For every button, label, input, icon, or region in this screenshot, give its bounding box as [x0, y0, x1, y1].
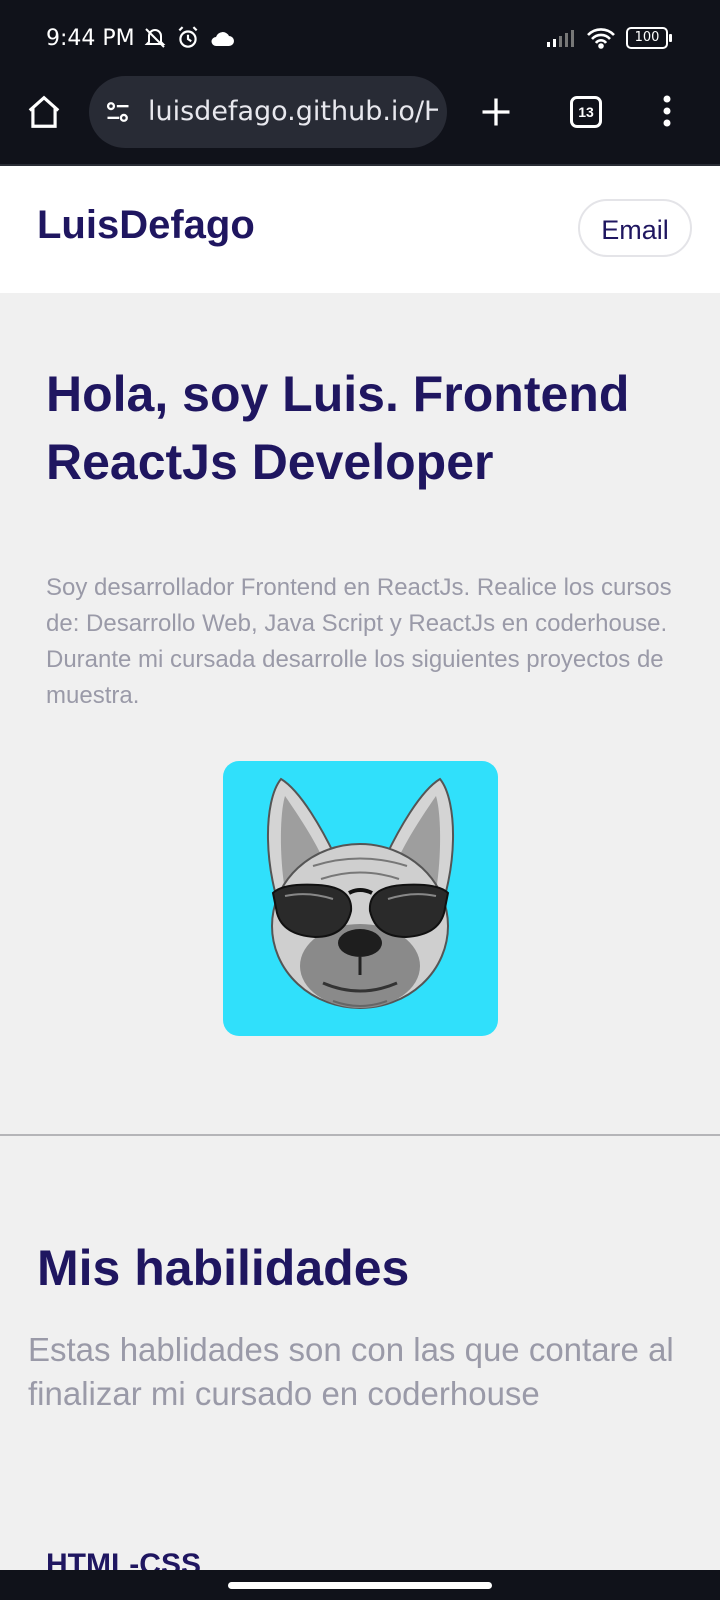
status-icons-left [143, 24, 235, 52]
url-text[interactable]: luisdefago.github.io/H [148, 96, 438, 130]
hero-description: Soy desarrollador Frontend en ReactJs. R… [46, 574, 672, 709]
mute-bell-icon [144, 28, 166, 48]
skills-description: Estas hablidades son con las que contare… [28, 1331, 674, 1412]
skills-title: Mis habilidades [37, 1240, 410, 1296]
new-tab-icon[interactable] [478, 94, 514, 130]
email-button[interactable]: Email [578, 199, 692, 257]
home-indicator[interactable] [228, 1582, 492, 1589]
bulldog-avatar-illustration [266, 777, 455, 1009]
alarm-icon [178, 26, 198, 48]
battery-icon: 100 [626, 27, 672, 49]
site-logo[interactable]: LuisDefago [37, 203, 255, 248]
section-divider [0, 1134, 720, 1136]
site-settings-icon[interactable] [104, 98, 132, 126]
wifi-icon [587, 28, 615, 49]
menu-icon[interactable] [661, 94, 673, 128]
home-icon[interactable] [25, 93, 63, 131]
status-time: 9:44 PM [46, 26, 135, 51]
avatar [223, 761, 498, 1036]
tabs-icon[interactable]: 13 [570, 96, 602, 128]
signal-icon [547, 30, 574, 47]
cloud-icon [211, 32, 234, 46]
status-bar: 9:44 PM 100 [0, 0, 720, 80]
hero-title: Hola, soy Luis. Frontend ReactJs Develop… [46, 366, 630, 490]
status-icons-right: 100 [546, 24, 672, 52]
